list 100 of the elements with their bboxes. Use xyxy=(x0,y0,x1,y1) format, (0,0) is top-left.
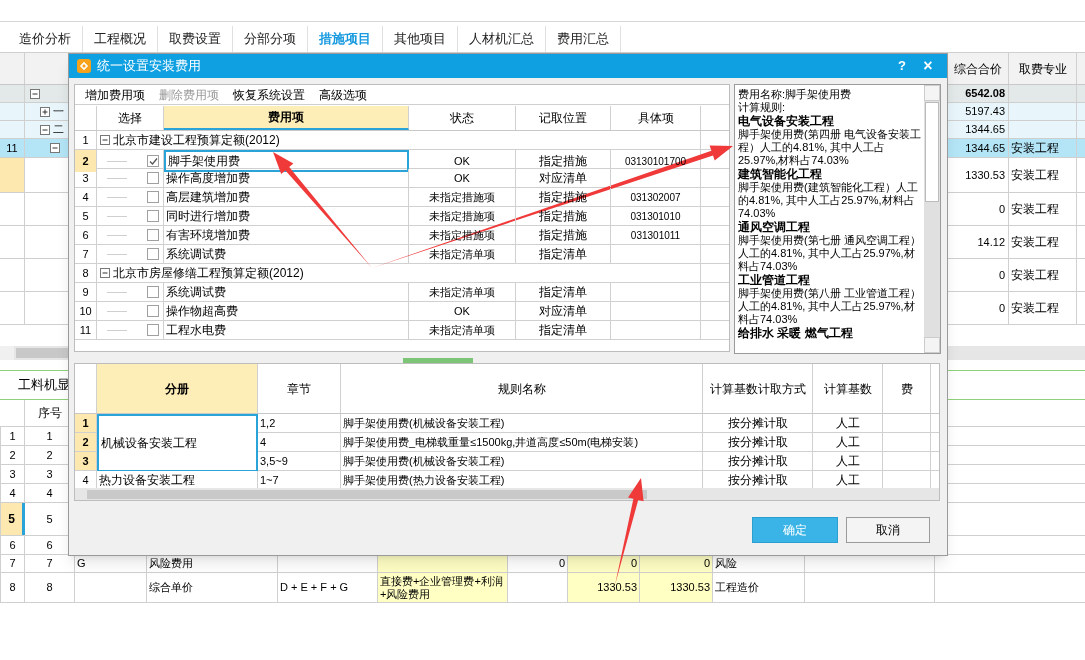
table-cell: 未指定措施项 xyxy=(409,188,516,206)
checkbox[interactable] xyxy=(147,210,159,222)
checkbox[interactable] xyxy=(147,248,159,260)
column-header: 记取位置 xyxy=(516,106,611,130)
collapse-toggle[interactable] xyxy=(50,143,60,153)
row-number: 4 xyxy=(9,485,16,501)
table-cell[interactable]: 系统调试费 xyxy=(164,283,409,301)
collapse-toggle[interactable] xyxy=(40,124,50,135)
table-cell-text: 1 xyxy=(46,428,53,444)
row-number: 5 xyxy=(8,511,15,528)
table-cell: 脚手架使用费(机械设备安装工程) xyxy=(341,414,703,432)
table-cell: 人工 xyxy=(813,414,883,432)
checkbox[interactable] xyxy=(147,229,159,241)
table-cell-text: 03130101700 xyxy=(624,154,687,169)
tab[interactable]: 其他项目 xyxy=(383,26,458,52)
row-number: 11 xyxy=(79,322,92,338)
row-number: 7 xyxy=(82,246,89,262)
table-cell: 按分摊计取 xyxy=(703,452,813,470)
row-number: 3 xyxy=(82,453,89,469)
table-cell[interactable]: 操作物超高费 xyxy=(164,302,409,320)
tab[interactable]: 造价分析 xyxy=(8,26,83,52)
table-cell: 未指定清单项 xyxy=(409,283,516,301)
table-cell-text: 1330.53 xyxy=(965,167,1005,183)
table-cell[interactable]: 脚手架使用费 xyxy=(164,150,409,172)
tab[interactable]: 费用汇总 xyxy=(546,26,621,52)
row-number: 8 xyxy=(82,265,89,281)
row-number: 2 xyxy=(82,153,89,169)
row-number: 11 xyxy=(6,140,18,156)
column-header: 计算基数 xyxy=(813,364,883,413)
checkbox[interactable] xyxy=(147,172,159,184)
table-cell-text: 6542.08 xyxy=(965,86,1005,102)
row-number: 10 xyxy=(79,303,92,319)
checkbox[interactable] xyxy=(147,305,159,317)
tab[interactable]: 工程概况 xyxy=(83,26,158,52)
checkbox[interactable] xyxy=(147,324,159,336)
table-cell: 1330.53 xyxy=(597,581,637,594)
row-number: 2 xyxy=(9,447,16,463)
collapse-toggle[interactable] xyxy=(100,268,110,278)
table-cell: 脚手架使用费_电梯载重量≤1500kg,井道高度≤50m(电梯安装) xyxy=(341,433,703,451)
row-number: 4 xyxy=(82,189,89,205)
tree-line xyxy=(107,196,127,198)
collapse-toggle[interactable] xyxy=(100,135,110,145)
menu-item[interactable]: 恢复系统设置 xyxy=(233,85,305,104)
column-header: 取费专业 xyxy=(1009,53,1077,84)
column-header: 章节 xyxy=(258,364,341,413)
table-cell-text: 直接费+企业管理费+利润+风险费用 xyxy=(380,574,504,601)
tab[interactable]: 分部分项 xyxy=(233,26,308,52)
tab[interactable]: 取费设置 xyxy=(158,26,233,52)
checkbox[interactable] xyxy=(147,286,159,298)
info-text: 脚手架使用费(第四册 电气设备安装工程）人工的4.81%, 其中人工占25.97%,材料占74.03% xyxy=(738,128,921,167)
row-number: 6 xyxy=(82,227,89,243)
table-cell: 风险费用 xyxy=(149,557,193,570)
collapse-toggle[interactable] xyxy=(30,88,40,99)
info-text: 脚手架使用费(建筑智能化工程）人工的4.81%, 其中人工占25.97%,材料占74.03% xyxy=(738,181,919,220)
table-cell-text: 0 xyxy=(998,267,1005,283)
table-cell-text: 031302007 xyxy=(630,190,681,205)
row-number: 7 xyxy=(9,556,16,572)
tree-line xyxy=(107,177,127,179)
tab[interactable]: 人材机汇总 xyxy=(458,26,546,52)
row-number: 3 xyxy=(82,170,89,186)
table-cell: D + E + F + G xyxy=(280,581,349,594)
table-cell-text: 1344.65 xyxy=(965,122,1005,138)
table-cell-text: 8 xyxy=(46,580,53,596)
table-cell-text: 安装工程 xyxy=(1011,300,1059,317)
table-cell[interactable]: 工程水电费 xyxy=(164,321,409,339)
info-text: 计算规则: xyxy=(738,101,787,114)
table-cell: 指定清单 xyxy=(516,245,611,263)
menu-item[interactable]: 高级选项 xyxy=(319,85,367,104)
info-text: 脚手架使用费(第七册 通风空调工程）人工的4.81%, 其中人工占25.97%,材料占74.03% xyxy=(738,234,921,273)
checkbox[interactable] xyxy=(147,155,159,167)
table-cell-text: 3 xyxy=(46,466,53,482)
tree-line xyxy=(107,329,127,331)
splitter-handle[interactable] xyxy=(403,358,473,363)
vertical-scrollbar[interactable] xyxy=(924,85,940,353)
table-cell: 4 xyxy=(258,433,341,451)
table-cell: 人工 xyxy=(813,452,883,470)
table-cell: 脚手架使用费(机械设备安装工程) xyxy=(341,452,703,470)
table-cell-text: 0 xyxy=(998,300,1005,316)
menu-item[interactable]: 增加费用项 xyxy=(85,85,145,104)
tree-label: 一 xyxy=(53,104,64,120)
table-cell-text: 4 xyxy=(46,485,53,501)
row-number: 5 xyxy=(82,208,89,224)
cancel-button[interactable]: 取消 xyxy=(846,517,930,543)
panel-tab[interactable]: 工料机显 xyxy=(18,375,70,395)
table-cell: 指定清单 xyxy=(516,321,611,339)
checkbox[interactable] xyxy=(147,191,159,203)
table-cell: 指定措施 xyxy=(516,226,611,244)
horizontal-scrollbar[interactable] xyxy=(75,488,939,500)
table-cell[interactable]: 机械设备安装工程 xyxy=(97,414,258,471)
column-header: 费 xyxy=(883,364,931,413)
table-cell: 指定措施 xyxy=(516,150,611,172)
table-cell: 工程造价 xyxy=(715,581,759,594)
table-cell: 1,2 xyxy=(258,414,341,432)
column-header: 计算基数计取方式 xyxy=(703,364,813,413)
table-cell-text: 安装工程 xyxy=(1011,167,1059,184)
expand-toggle[interactable] xyxy=(40,106,50,117)
row-number: 8 xyxy=(9,580,16,596)
row-number: 2 xyxy=(82,434,89,450)
window-title: 统一设置安装费用 xyxy=(97,57,202,76)
table-cell-text: 安装工程 xyxy=(1011,140,1059,157)
